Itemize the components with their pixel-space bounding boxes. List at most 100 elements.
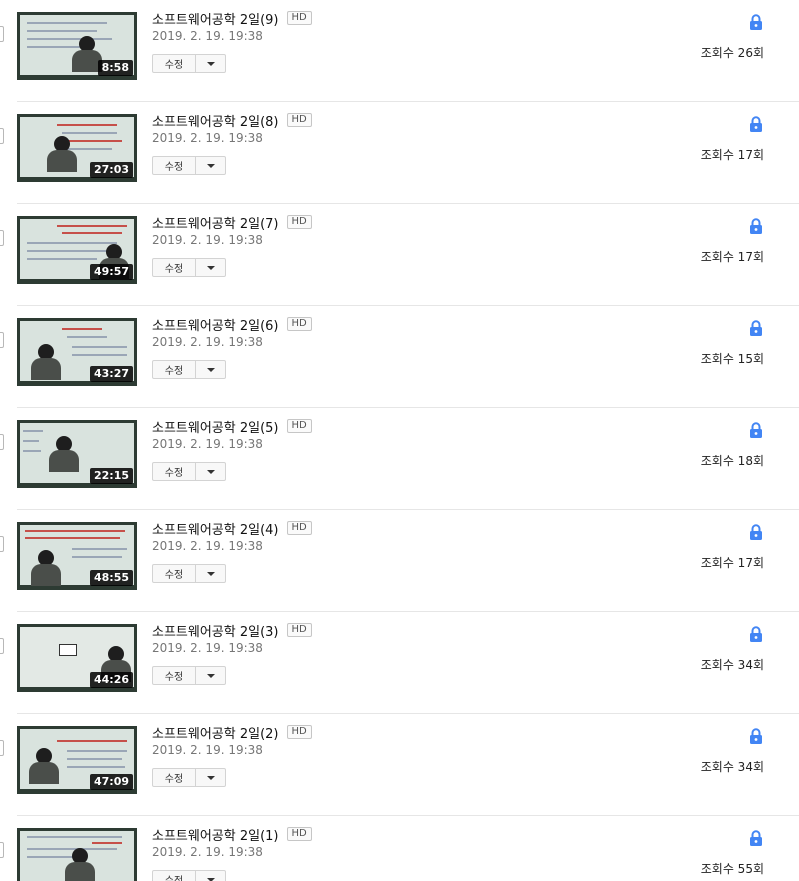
edit-dropdown-button[interactable] bbox=[196, 871, 225, 881]
lock-icon[interactable] bbox=[749, 830, 763, 846]
duration-badge: 43:27 bbox=[89, 366, 133, 382]
lock-icon[interactable] bbox=[749, 626, 763, 642]
edit-dropdown-button[interactable] bbox=[196, 259, 225, 276]
chevron-down-icon bbox=[206, 673, 215, 678]
video-row[interactable]: 소프트웨어공학 2일(1) HD 2019. 2. 19. 19:38 수정 조… bbox=[0, 816, 799, 881]
edit-dropdown-button[interactable] bbox=[196, 157, 225, 174]
presenter-figure bbox=[47, 136, 77, 172]
view-count: 조회수 17회 bbox=[700, 556, 764, 570]
lock-icon[interactable] bbox=[749, 116, 763, 132]
video-title[interactable]: 소프트웨어공학 2일(7) bbox=[152, 213, 279, 232]
select-checkbox[interactable] bbox=[0, 536, 4, 552]
view-count: 조회수 17회 bbox=[700, 148, 764, 162]
presenter-figure bbox=[49, 436, 79, 472]
duration-badge: 27:03 bbox=[89, 162, 133, 178]
view-count: 조회수 55회 bbox=[700, 862, 764, 876]
video-thumbnail[interactable]: 27:03 bbox=[17, 114, 137, 182]
video-thumbnail[interactable] bbox=[17, 828, 137, 881]
select-checkbox[interactable] bbox=[0, 740, 4, 756]
chevron-down-icon bbox=[206, 265, 215, 270]
video-row[interactable]: 48:55 소프트웨어공학 2일(4) HD 2019. 2. 19. 19:3… bbox=[0, 510, 799, 612]
chevron-down-icon bbox=[206, 163, 215, 168]
edit-dropdown-button[interactable] bbox=[196, 769, 225, 786]
upload-date: 2019. 2. 19. 19:38 bbox=[152, 641, 263, 655]
upload-date: 2019. 2. 19. 19:38 bbox=[152, 131, 263, 145]
video-row[interactable]: 49:57 소프트웨어공학 2일(7) HD 2019. 2. 19. 19:3… bbox=[0, 204, 799, 306]
hd-badge: HD bbox=[286, 113, 312, 127]
edit-button[interactable]: 수정 bbox=[153, 769, 196, 786]
video-title[interactable]: 소프트웨어공학 2일(8) bbox=[152, 111, 279, 130]
video-title[interactable]: 소프트웨어공학 2일(2) bbox=[152, 723, 279, 742]
video-thumbnail[interactable]: 43:27 bbox=[17, 318, 137, 386]
edit-button[interactable]: 수정 bbox=[153, 259, 196, 276]
video-title[interactable]: 소프트웨어공학 2일(1) bbox=[152, 825, 279, 844]
duration-badge: 47:09 bbox=[89, 774, 133, 790]
video-thumbnail[interactable]: 22:15 bbox=[17, 420, 137, 488]
upload-date: 2019. 2. 19. 19:38 bbox=[152, 29, 263, 43]
view-count: 조회수 18회 bbox=[700, 454, 764, 468]
select-checkbox[interactable] bbox=[0, 128, 4, 144]
video-row[interactable]: 27:03 소프트웨어공학 2일(8) HD 2019. 2. 19. 19:3… bbox=[0, 102, 799, 204]
video-title[interactable]: 소프트웨어공학 2일(5) bbox=[152, 417, 279, 436]
edit-button-group: 수정 bbox=[152, 156, 226, 175]
video-row[interactable]: 22:15 소프트웨어공학 2일(5) HD 2019. 2. 19. 19:3… bbox=[0, 408, 799, 510]
edit-dropdown-button[interactable] bbox=[196, 667, 225, 684]
edit-button-group: 수정 bbox=[152, 462, 226, 481]
lock-icon[interactable] bbox=[749, 524, 763, 540]
view-count: 조회수 26회 bbox=[700, 46, 764, 60]
select-checkbox[interactable] bbox=[0, 638, 4, 654]
chevron-down-icon bbox=[206, 61, 215, 66]
duration-badge: 22:15 bbox=[89, 468, 133, 484]
duration-badge: 44:26 bbox=[89, 672, 133, 688]
edit-button[interactable]: 수정 bbox=[153, 157, 196, 174]
edit-button[interactable]: 수정 bbox=[153, 463, 196, 480]
video-title[interactable]: 소프트웨어공학 2일(6) bbox=[152, 315, 279, 334]
edit-button[interactable]: 수정 bbox=[153, 871, 196, 881]
lock-icon[interactable] bbox=[749, 218, 763, 234]
hd-badge: HD bbox=[286, 317, 312, 331]
chevron-down-icon bbox=[206, 469, 215, 474]
edit-dropdown-button[interactable] bbox=[196, 361, 225, 378]
video-row[interactable]: 43:27 소프트웨어공학 2일(6) HD 2019. 2. 19. 19:3… bbox=[0, 306, 799, 408]
select-checkbox[interactable] bbox=[0, 230, 4, 246]
select-checkbox[interactable] bbox=[0, 26, 4, 42]
chevron-down-icon bbox=[206, 367, 215, 372]
hd-badge: HD bbox=[286, 215, 312, 229]
hd-badge: HD bbox=[286, 419, 312, 433]
lock-icon[interactable] bbox=[749, 14, 763, 30]
edit-button[interactable]: 수정 bbox=[153, 361, 196, 378]
edit-button[interactable]: 수정 bbox=[153, 667, 196, 684]
view-count: 조회수 17회 bbox=[700, 250, 764, 264]
edit-button[interactable]: 수정 bbox=[153, 565, 196, 582]
view-count: 조회수 34회 bbox=[700, 658, 764, 672]
video-thumbnail[interactable]: 8:58 bbox=[17, 12, 137, 80]
edit-dropdown-button[interactable] bbox=[196, 55, 225, 72]
select-checkbox[interactable] bbox=[0, 332, 4, 348]
hd-badge: HD bbox=[286, 11, 312, 25]
hd-badge: HD bbox=[286, 725, 312, 739]
video-title[interactable]: 소프트웨어공학 2일(3) bbox=[152, 621, 279, 640]
chevron-down-icon bbox=[206, 775, 215, 780]
video-thumbnail[interactable]: 48:55 bbox=[17, 522, 137, 590]
video-row[interactable]: 8:58 소프트웨어공학 2일(9) HD 2019. 2. 19. 19:38… bbox=[0, 0, 799, 102]
view-count: 조회수 15회 bbox=[700, 352, 764, 366]
edit-button[interactable]: 수정 bbox=[153, 55, 196, 72]
duration-badge: 48:55 bbox=[89, 570, 133, 586]
lock-icon[interactable] bbox=[749, 320, 763, 336]
video-title[interactable]: 소프트웨어공학 2일(4) bbox=[152, 519, 279, 538]
video-thumbnail[interactable]: 44:26 bbox=[17, 624, 137, 692]
lock-icon[interactable] bbox=[749, 422, 763, 438]
lock-icon[interactable] bbox=[749, 728, 763, 744]
edit-dropdown-button[interactable] bbox=[196, 463, 225, 480]
video-title[interactable]: 소프트웨어공학 2일(9) bbox=[152, 9, 279, 28]
select-checkbox[interactable] bbox=[0, 434, 4, 450]
video-row[interactable]: 47:09 소프트웨어공학 2일(2) HD 2019. 2. 19. 19:3… bbox=[0, 714, 799, 816]
video-row[interactable]: 44:26 소프트웨어공학 2일(3) HD 2019. 2. 19. 19:3… bbox=[0, 612, 799, 714]
select-checkbox[interactable] bbox=[0, 842, 4, 858]
video-thumbnail[interactable]: 47:09 bbox=[17, 726, 137, 794]
chevron-down-icon bbox=[206, 571, 215, 576]
edit-dropdown-button[interactable] bbox=[196, 565, 225, 582]
presenter-figure bbox=[31, 550, 61, 586]
edit-button-group: 수정 bbox=[152, 258, 226, 277]
video-thumbnail[interactable]: 49:57 bbox=[17, 216, 137, 284]
